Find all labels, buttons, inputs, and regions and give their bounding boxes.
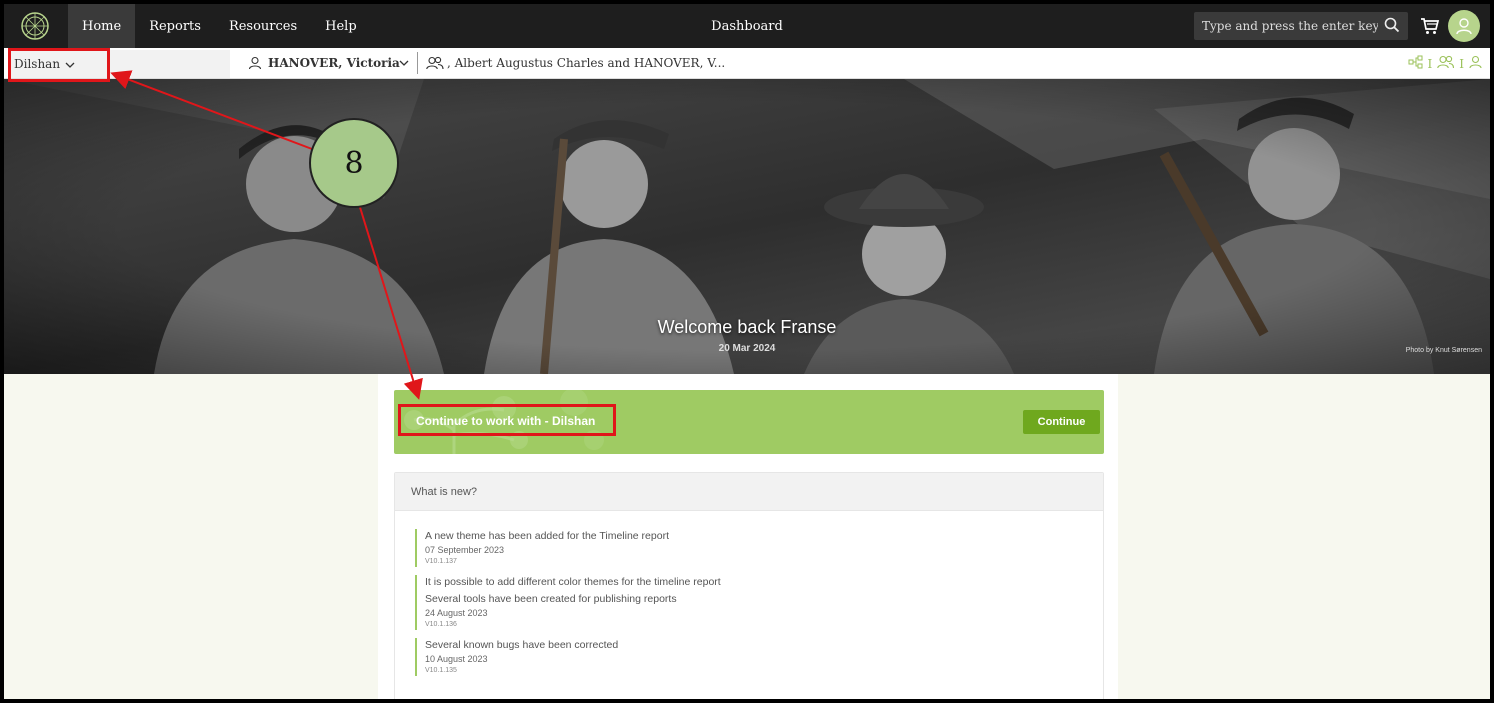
annotation-step-marker: 8 <box>309 118 399 208</box>
annotation-arrows <box>110 70 423 400</box>
app-frame: Home Reports Resources Help Dashboard Di… <box>0 0 1494 703</box>
